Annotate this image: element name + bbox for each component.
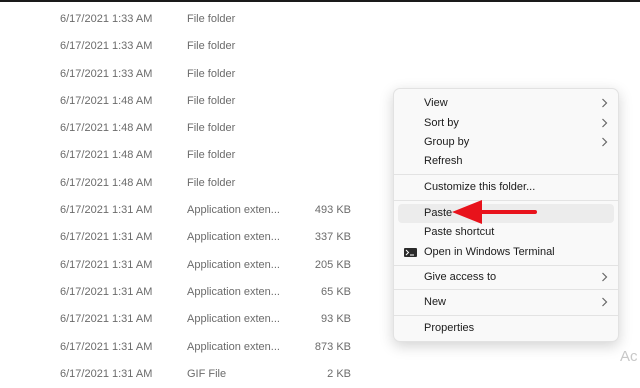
menu-item-new[interactable]: New (398, 293, 614, 312)
file-size: 337 KB (314, 231, 351, 244)
file-type: File folder (187, 13, 236, 25)
date-modified: 6/17/2021 1:31 AM (60, 231, 153, 244)
menu-item-label: Refresh (424, 155, 463, 167)
menu-item-paste[interactable]: Paste (398, 204, 614, 223)
date-modified: 6/17/2021 1:31 AM (60, 367, 153, 380)
activation-watermark: Ac (620, 348, 638, 365)
menu-separator (394, 200, 618, 201)
date-modified: 6/17/2021 1:48 AM (60, 176, 153, 189)
file-type: GIF File (187, 367, 227, 380)
menu-item-open-terminal[interactable]: Open in Windows Terminal (398, 243, 614, 262)
file-row[interactable]: 6/17/2021 1:31 AM GIF File 2 KB (0, 360, 640, 387)
file-row[interactable]: 6/17/2021 1:33 AM File folder (0, 60, 640, 87)
file-type: Application exten... (187, 313, 280, 326)
menu-item-customize-folder[interactable]: Customize this folder... (398, 178, 614, 197)
chevron-right-icon (602, 137, 608, 147)
menu-item-label: Open in Windows Terminal (424, 246, 555, 258)
terminal-icon (404, 248, 417, 257)
file-type: File folder (187, 94, 236, 107)
menu-item-label: Customize this folder... (424, 181, 536, 193)
file-size: 493 KB (314, 204, 351, 217)
window-top-border (0, 0, 640, 2)
date-modified: 6/17/2021 1:31 AM (60, 313, 153, 326)
date-modified: 6/17/2021 1:48 AM (60, 94, 153, 107)
menu-item-give-access[interactable]: Give access to (398, 268, 614, 287)
file-type: Application exten... (187, 258, 280, 271)
file-type: File folder (187, 40, 236, 53)
file-type: Application exten... (187, 340, 280, 353)
menu-item-label: Paste shortcut (424, 226, 495, 238)
menu-separator (394, 174, 618, 175)
date-modified: 6/17/2021 1:33 AM (60, 13, 153, 25)
menu-item-sort-by[interactable]: Sort by (398, 114, 614, 133)
file-size: 873 KB (314, 340, 351, 353)
menu-item-view[interactable]: View (398, 94, 614, 113)
file-type: File folder (187, 149, 236, 162)
menu-item-label: Properties (424, 322, 475, 334)
menu-item-label: Group by (424, 136, 470, 148)
date-modified: 6/17/2021 1:48 AM (60, 149, 153, 162)
date-modified: 6/17/2021 1:31 AM (60, 204, 153, 217)
file-type: Application exten... (187, 231, 280, 244)
file-type: File folder (187, 122, 236, 135)
date-modified: 6/17/2021 1:33 AM (60, 67, 153, 80)
menu-item-properties[interactable]: Properties (398, 319, 614, 338)
file-size: 65 KB (321, 285, 351, 298)
menu-separator (394, 315, 618, 316)
file-size: 205 KB (314, 258, 351, 271)
date-modified: 6/17/2021 1:31 AM (60, 340, 153, 353)
menu-item-label: Paste (424, 207, 453, 219)
date-modified: 6/17/2021 1:48 AM (60, 122, 153, 135)
chevron-right-icon (602, 272, 608, 282)
date-modified: 6/17/2021 1:33 AM (60, 40, 153, 53)
file-row[interactable]: 6/17/2021 1:33 AM File folder (0, 32, 640, 59)
menu-item-label: New (424, 296, 447, 308)
menu-item-paste-shortcut[interactable]: Paste shortcut (398, 223, 614, 242)
menu-separator (394, 289, 618, 290)
file-row[interactable]: 6/17/2021 1:33 AM File folder (0, 5, 640, 32)
file-type: Application exten... (187, 204, 280, 217)
file-type: File folder (187, 176, 236, 189)
chevron-right-icon (602, 118, 608, 128)
file-size: 2 KB (327, 367, 351, 380)
date-modified: 6/17/2021 1:31 AM (60, 258, 153, 271)
chevron-right-icon (602, 297, 608, 307)
chevron-right-icon (602, 98, 608, 108)
menu-item-label: Give access to (424, 271, 497, 283)
menu-item-group-by[interactable]: Group by (398, 133, 614, 152)
menu-item-label: View (424, 97, 448, 109)
menu-separator (394, 265, 618, 266)
menu-item-refresh[interactable]: Refresh (398, 152, 614, 171)
menu-item-label: Sort by (424, 117, 459, 129)
date-modified: 6/17/2021 1:31 AM (60, 285, 153, 298)
file-size: 93 KB (321, 313, 351, 326)
file-type: File folder (187, 67, 236, 80)
context-menu: View Sort by Group by Refresh Customize … (393, 88, 619, 342)
file-type: Application exten... (187, 285, 280, 298)
